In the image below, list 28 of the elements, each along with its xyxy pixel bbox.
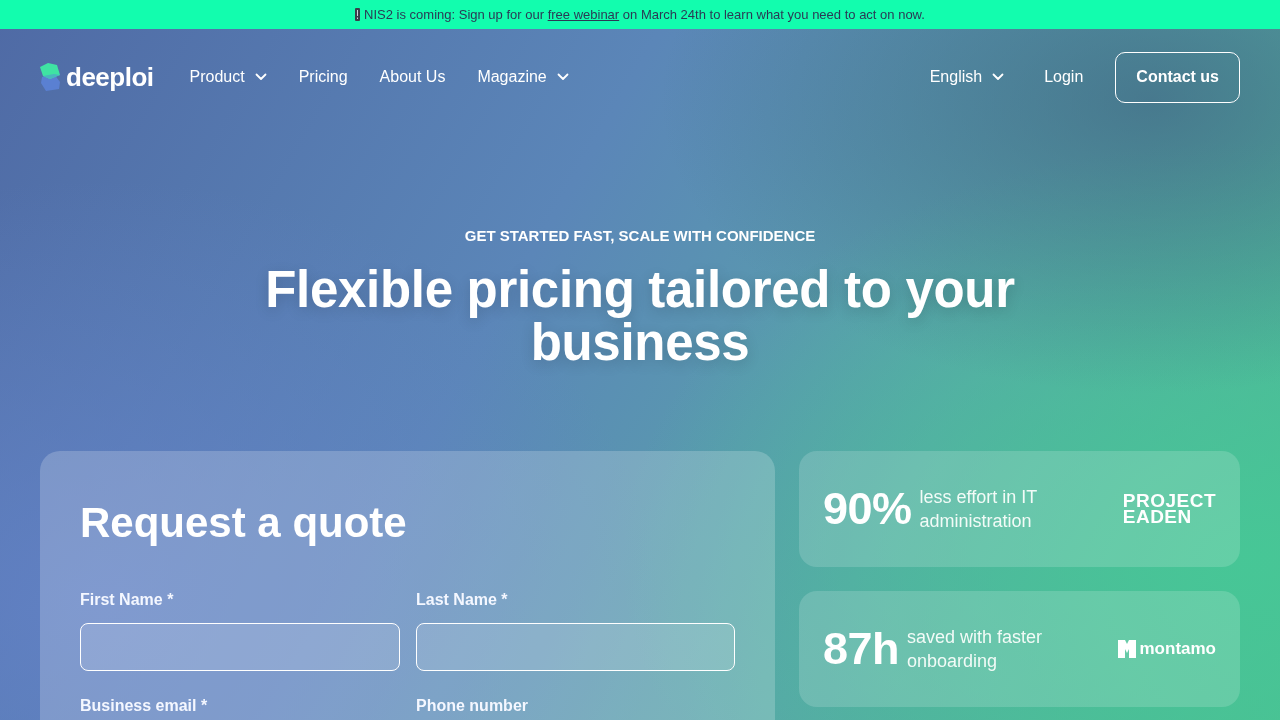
hero-eyebrow: GET STARTED FAST, SCALE WITH CONFIDENCE <box>464 227 816 244</box>
nav-item[interactable]: Product <box>189 68 267 86</box>
field-label: Phone number <box>416 697 529 715</box>
logo-text: PROJECT EADEN <box>1122 493 1216 525</box>
nav-item[interactable]: About Us <box>379 68 446 86</box>
field-label: Last Name * <box>416 591 509 609</box>
input-field[interactable] <box>80 623 400 671</box>
logo-text[interactable]: deeploi <box>66 61 154 93</box>
form-title: Request a quote <box>80 498 408 548</box>
nav-item[interactable]: Pricing <box>298 68 348 86</box>
exclamation-icon <box>355 8 361 21</box>
login-link[interactable]: Login <box>1044 68 1084 86</box>
field-label: First Name * <box>80 591 175 609</box>
stat-value: 90% <box>823 483 912 535</box>
logo-mark-icon <box>1117 640 1136 658</box>
contact-button[interactable]: Contact us <box>1115 51 1240 103</box>
announcement-text: NIS2 is coming: Sign up for our free webinar on March 24th to learn what you need to act on now. <box>364 7 925 22</box>
logo-icon[interactable] <box>40 63 62 91</box>
stat-text: saved with faster onboarding <box>907 626 1044 673</box>
hero-title: Flexible pricing tailored to your business <box>264 263 1016 369</box>
input-field[interactable] <box>416 623 735 671</box>
logo-text: montamo <box>1139 639 1216 659</box>
stat-text: less effort in IT administration <box>919 486 1038 533</box>
webinar-link[interactable]: free webinar <box>547 7 620 22</box>
language-selector[interactable]: English <box>929 68 1005 86</box>
field-label: Business email * <box>80 697 209 715</box>
stat-value: 87h <box>823 623 900 675</box>
nav-item[interactable]: Magazine <box>477 68 569 86</box>
